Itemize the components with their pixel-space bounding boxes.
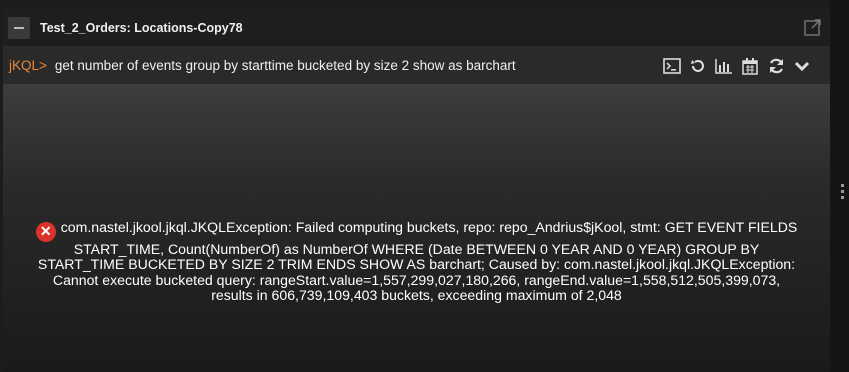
minus-icon xyxy=(14,26,24,29)
chevron-down-icon[interactable] xyxy=(792,56,812,76)
refresh-icon[interactable] xyxy=(766,56,786,76)
query-toolbar xyxy=(662,56,812,76)
collapse-button[interactable] xyxy=(8,16,30,39)
viewlet-panel: Test_2_Orders: Locations-Copy78 jKQL> ge… xyxy=(3,9,830,372)
history-icon[interactable] xyxy=(688,56,708,76)
console-icon[interactable] xyxy=(662,56,682,76)
side-strip xyxy=(830,0,849,372)
popout-icon[interactable] xyxy=(804,18,822,36)
error-message-block: ✕ com.nastel.jkool.jkql.JKQLException: Fa… xyxy=(33,219,800,304)
viewlet-title: Test_2_Orders: Locations-Copy78 xyxy=(40,20,243,35)
viewlet-titlebar: Test_2_Orders: Locations-Copy78 xyxy=(3,9,830,46)
error-text: com.nastel.jkool.jkql.JKQLException: Fai… xyxy=(37,219,798,304)
calendar-icon[interactable] xyxy=(740,56,760,76)
chart-icon[interactable] xyxy=(714,56,734,76)
error-icon: ✕ xyxy=(35,221,56,242)
drag-handle[interactable] xyxy=(841,184,844,199)
viewlet-content: ✕ com.nastel.jkool.jkql.JKQLException: Fa… xyxy=(3,84,830,372)
query-prompt: jKQL> xyxy=(9,57,47,73)
query-bar: jKQL> get number of events group by star… xyxy=(3,46,830,84)
query-input[interactable]: get number of events group by starttime … xyxy=(55,58,516,73)
